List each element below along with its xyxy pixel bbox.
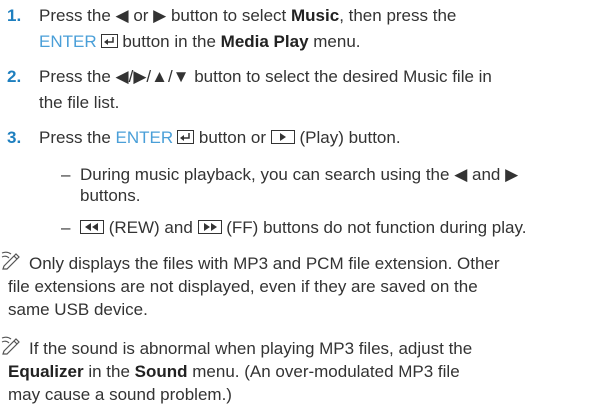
enter-icon <box>177 130 195 144</box>
step-number: 1. <box>7 6 22 25</box>
play-button-icon <box>270 130 295 144</box>
step-number: 2. <box>7 67 22 86</box>
bullet-dash: – <box>61 165 71 184</box>
rewind-button-icon <box>80 220 104 234</box>
note-1-line-2: file extensions are not displayed, even … <box>8 277 478 296</box>
step-number: 3. <box>7 128 22 147</box>
step-1-line-2: ENTER button in the Media Play menu. <box>39 32 361 51</box>
manual-page: 1. Press the ◀ or ▶ button to select Mus… <box>0 0 596 411</box>
note-pencil-icon <box>1 250 23 275</box>
note-2-line-3: may cause a sound problem.) <box>8 385 232 404</box>
step-3-line-1: Press the ENTER button or (Play) button. <box>39 128 401 147</box>
note-2-line-1: If the sound is abnormal when playing MP… <box>29 339 473 358</box>
note-1-line-3: same USB device. <box>8 300 148 319</box>
sub-bullet-1-line-1: During music playback, you can search us… <box>80 165 519 184</box>
sub-bullet-2-line-1: (REW) and (FF) buttons do not function d… <box>80 217 526 239</box>
fast-forward-button-icon <box>197 220 222 234</box>
note-pencil-icon <box>1 335 23 360</box>
sub-bullet-1-line-2: buttons. <box>80 186 141 205</box>
note-1-line-1: Only displays the files with MP3 and PCM… <box>29 254 500 273</box>
step-1-line-1: Press the ◀ or ▶ button to select Music,… <box>39 6 457 25</box>
step-2-line-1: Press the ◀/▶/▲/▼ button to select the d… <box>39 67 492 86</box>
note-2-line-2: Equalizer in the Sound menu. (An over-mo… <box>8 362 460 381</box>
bullet-dash: – <box>61 218 71 237</box>
enter-icon <box>100 34 118 48</box>
step-2-line-2: the file list. <box>39 93 120 112</box>
